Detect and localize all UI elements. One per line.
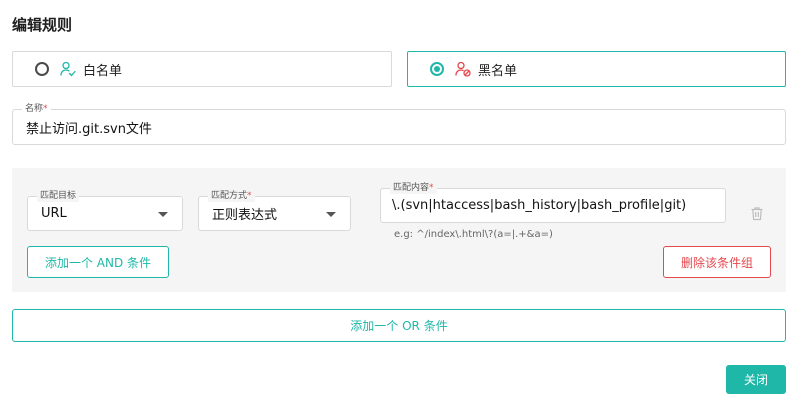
match-method-value: 正则表达式 xyxy=(212,208,278,223)
page-title: 编辑规则 xyxy=(12,16,73,34)
trash-icon[interactable] xyxy=(750,206,764,221)
rule-name-field[interactable]: 名称* 禁止访问.git.svn文件 xyxy=(12,103,786,145)
match-target-select[interactable]: 匹配目标 URL xyxy=(27,190,183,231)
blacklist-label: 黑名单 xyxy=(478,63,518,79)
match-content-field[interactable]: 匹配内容* \.(svn|htaccess|bash_history|bash_… xyxy=(380,182,726,223)
add-and-condition-button[interactable]: 添加一个 AND 条件 xyxy=(27,246,169,278)
match-content-input[interactable]: \.(svn|htaccess|bash_history|bash_profil… xyxy=(392,189,686,222)
add-or-condition-button[interactable]: 添加一个 OR 条件 xyxy=(12,309,786,342)
delete-condition-group-button[interactable]: 删除该条件组 xyxy=(663,246,771,278)
blacklist-option[interactable]: 黑名单 xyxy=(407,51,786,87)
user-check-icon xyxy=(59,60,77,78)
match-target-value: URL xyxy=(41,206,67,221)
user-block-icon xyxy=(454,60,472,78)
match-content-hint: e.g: ^/index\.html\?(a=|.+&a=) xyxy=(394,229,553,240)
match-method-select[interactable]: 匹配方式* 正则表达式 xyxy=(198,190,351,231)
whitelist-radio[interactable] xyxy=(35,62,49,76)
chevron-down-icon xyxy=(158,212,168,217)
condition-group: 匹配目标 URL 匹配方式* 正则表达式 匹配内容* \.(svn|htacce… xyxy=(12,168,786,292)
whitelist-label: 白名单 xyxy=(83,63,123,79)
rule-name-input[interactable]: 禁止访问.git.svn文件 xyxy=(26,110,152,144)
chevron-down-icon xyxy=(326,212,336,217)
whitelist-option[interactable]: 白名单 xyxy=(12,51,392,87)
close-button[interactable]: 关闭 xyxy=(726,365,786,394)
blacklist-radio[interactable] xyxy=(430,62,444,76)
